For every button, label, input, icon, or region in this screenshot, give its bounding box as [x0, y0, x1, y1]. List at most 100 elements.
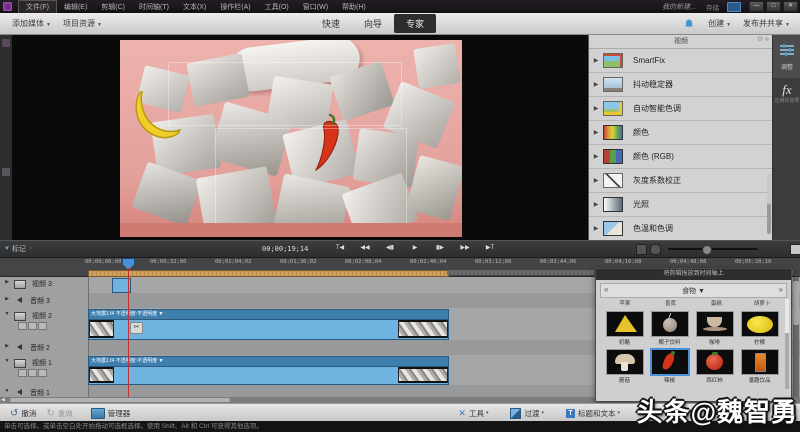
mix-audio-icon[interactable]: [636, 244, 647, 255]
adjust-sliders-icon[interactable]: [780, 44, 794, 56]
track-mini-buttons[interactable]: [18, 322, 47, 330]
track-header-video-1[interactable]: ▼ 视频 1: [0, 355, 89, 385]
panel-collapse-icon[interactable]: ⊙ »: [757, 35, 769, 43]
go-to-out-button[interactable]: ▶T: [480, 243, 500, 254]
track-header-video-3[interactable]: ▶ 视频 3: [0, 276, 89, 293]
chevron-right-icon[interactable]: ▶: [589, 225, 603, 232]
effect-row-shake-stabilizer[interactable]: ▶ 抖动稳定器: [589, 73, 773, 97]
graphic-item-coffee[interactable]: 咖啡: [692, 309, 737, 346]
graphic-item-chili-selected[interactable]: 辣椒: [647, 347, 692, 384]
track-header-audio-2[interactable]: ▶ 音频 2: [0, 340, 89, 355]
next-edit-button[interactable]: ▶▶: [455, 243, 475, 254]
go-to-in-button[interactable]: T◀: [330, 243, 350, 254]
category-dropdown[interactable]: 食物 ▼: [682, 286, 705, 296]
project-assets-button[interactable]: 项目资源 ▼: [63, 18, 102, 29]
next-page-icon[interactable]: »: [779, 285, 783, 294]
redo-button[interactable]: ↻ 重做: [46, 408, 72, 419]
undo-button[interactable]: ↺ 撤消: [10, 408, 36, 419]
dock-grid-icon[interactable]: [2, 39, 10, 47]
timeline-zoom-slider[interactable]: [668, 248, 758, 250]
menu-action-bar[interactable]: 操作栏(A): [213, 1, 257, 13]
chevron-right-icon[interactable]: ▶: [589, 177, 603, 184]
menu-file[interactable]: 文件(F): [18, 0, 57, 14]
clip-title[interactable]: 大地震1.f4 不透明度:不透明度 ▼: [89, 310, 448, 320]
chevron-right-icon[interactable]: ▶: [589, 129, 603, 136]
track-header-audio-1[interactable]: ▼ 音频 1: [0, 385, 89, 397]
transitions-button[interactable]: 过渡 ▾: [510, 407, 544, 419]
graphic-item-punch-drink[interactable]: 潘趣饮品: [737, 347, 782, 384]
expand-icon[interactable]: ▶: [0, 343, 14, 349]
scissors-icon[interactable]: ✂: [130, 322, 143, 334]
play-button[interactable]: ▶: [405, 243, 425, 254]
category-selector[interactable]: « 食物 ▼ »: [600, 283, 787, 298]
applied-effects-tab[interactable]: fx 应用的效果: [773, 78, 800, 240]
menu-edit[interactable]: 编辑(E): [57, 1, 94, 13]
graphic-item-mushroom[interactable]: 蘑菇: [602, 347, 647, 384]
save-indicator[interactable]: 存储: [706, 2, 719, 12]
expand-icon[interactable]: ▶: [0, 296, 14, 302]
effect-row-smartfix[interactable]: ▶ SmartFix: [589, 49, 773, 73]
track-header-video-2[interactable]: ▼ 视频 2: [0, 308, 89, 340]
clip-title[interactable]: 大地震1.f4 不透明度:不透明度 ▼: [89, 357, 448, 367]
collapse-icon[interactable]: ▼: [0, 388, 14, 394]
maximize-button[interactable]: □: [766, 1, 781, 12]
minimize-button[interactable]: —: [749, 1, 764, 12]
create-button[interactable]: 创建 ▼: [708, 18, 731, 29]
dock-list-icon[interactable]: [2, 168, 10, 176]
monitor-icon[interactable]: [727, 1, 741, 12]
zoom-slider-handle[interactable]: [702, 245, 712, 255]
step-back-button[interactable]: ◀▮: [380, 243, 400, 254]
track-header-audio-3[interactable]: ▶ 音频 3: [0, 293, 89, 308]
chevron-right-icon[interactable]: ▶: [589, 201, 603, 208]
graphics-scrollbar[interactable]: [785, 299, 789, 389]
hscroll-thumb[interactable]: [10, 398, 230, 402]
effect-row-temperature-tint[interactable]: ▶ 色温和色调: [589, 217, 773, 241]
graphic-item-tomato[interactable]: 西红柿: [692, 347, 737, 384]
tab-quick[interactable]: 快速: [310, 14, 352, 33]
graphic-item-coconut-drink[interactable]: 椰子饮料: [647, 309, 692, 346]
close-button[interactable]: ✕: [783, 1, 798, 12]
tab-expert[interactable]: 专家: [394, 14, 437, 33]
menu-help[interactable]: 帮助(H): [335, 1, 373, 13]
effect-row-lighting[interactable]: ▶ 光照: [589, 193, 773, 217]
notifications-bell-icon[interactable]: [684, 19, 694, 29]
menu-clip[interactable]: 剪辑(C): [94, 1, 132, 13]
prev-edit-button[interactable]: ◀◀: [355, 243, 375, 254]
tab-guided[interactable]: 向导: [352, 14, 394, 33]
adjust-scrollbar[interactable]: [767, 174, 771, 234]
menu-tools[interactable]: 工具(O): [258, 1, 296, 13]
effect-row-color[interactable]: ▶ 颜色: [589, 121, 773, 145]
step-forward-button[interactable]: ▮▶: [430, 243, 450, 254]
titles-text-button[interactable]: T 标题和文本 ▾: [565, 408, 620, 419]
fit-zoom-icon[interactable]: [650, 244, 661, 255]
prev-page-icon[interactable]: «: [604, 285, 608, 294]
timecode-display[interactable]: 00;00;19;14: [262, 245, 308, 253]
work-area-bar[interactable]: [88, 270, 449, 277]
adjust-tab-label[interactable]: 调整: [773, 62, 800, 71]
menu-text[interactable]: 文本(X): [176, 1, 213, 13]
graphic-item-cheese[interactable]: 奶酪: [602, 309, 647, 346]
timeline-vertical-scrollbar[interactable]: [793, 277, 799, 397]
playhead-line[interactable]: [128, 268, 129, 397]
collapse-icon[interactable]: ▼: [0, 358, 14, 364]
chevron-right-icon[interactable]: ▶: [589, 153, 603, 160]
expand-icon[interactable]: ▶: [0, 279, 14, 285]
chevron-right-icon[interactable]: ▶: [589, 105, 603, 112]
chevron-right-icon[interactable]: ▶: [589, 81, 603, 88]
track-mini-buttons[interactable]: [18, 369, 47, 377]
menu-timeline[interactable]: 时间轴(T): [132, 1, 176, 13]
panel-toggle-button[interactable]: [790, 244, 800, 255]
chevron-right-icon[interactable]: ▶: [589, 57, 603, 64]
effect-row-auto-smart-tone[interactable]: ▶ 自动智能色调: [589, 97, 773, 121]
clip-video-1[interactable]: 大地震1.f4 不透明度:不透明度 ▼: [88, 356, 449, 385]
add-media-button[interactable]: 添加媒体 ▼: [12, 18, 51, 29]
tools-button[interactable]: ✕ 工具 ▾: [458, 408, 488, 419]
video-monitor[interactable]: [12, 34, 588, 240]
marker-dropdown[interactable]: ▼ 标记 ▼: [4, 244, 33, 254]
manager-button[interactable]: 管理器: [90, 407, 130, 419]
graphic-item-lemon[interactable]: 柠檬: [737, 309, 782, 346]
collapse-icon[interactable]: ▼: [0, 311, 14, 317]
effect-row-gamma[interactable]: ▶ 灰度系数校正: [589, 169, 773, 193]
publish-share-button[interactable]: 发布并共享 ▼: [743, 18, 790, 29]
effect-row-color-rgb[interactable]: ▶ 颜色 (RGB): [589, 145, 773, 169]
